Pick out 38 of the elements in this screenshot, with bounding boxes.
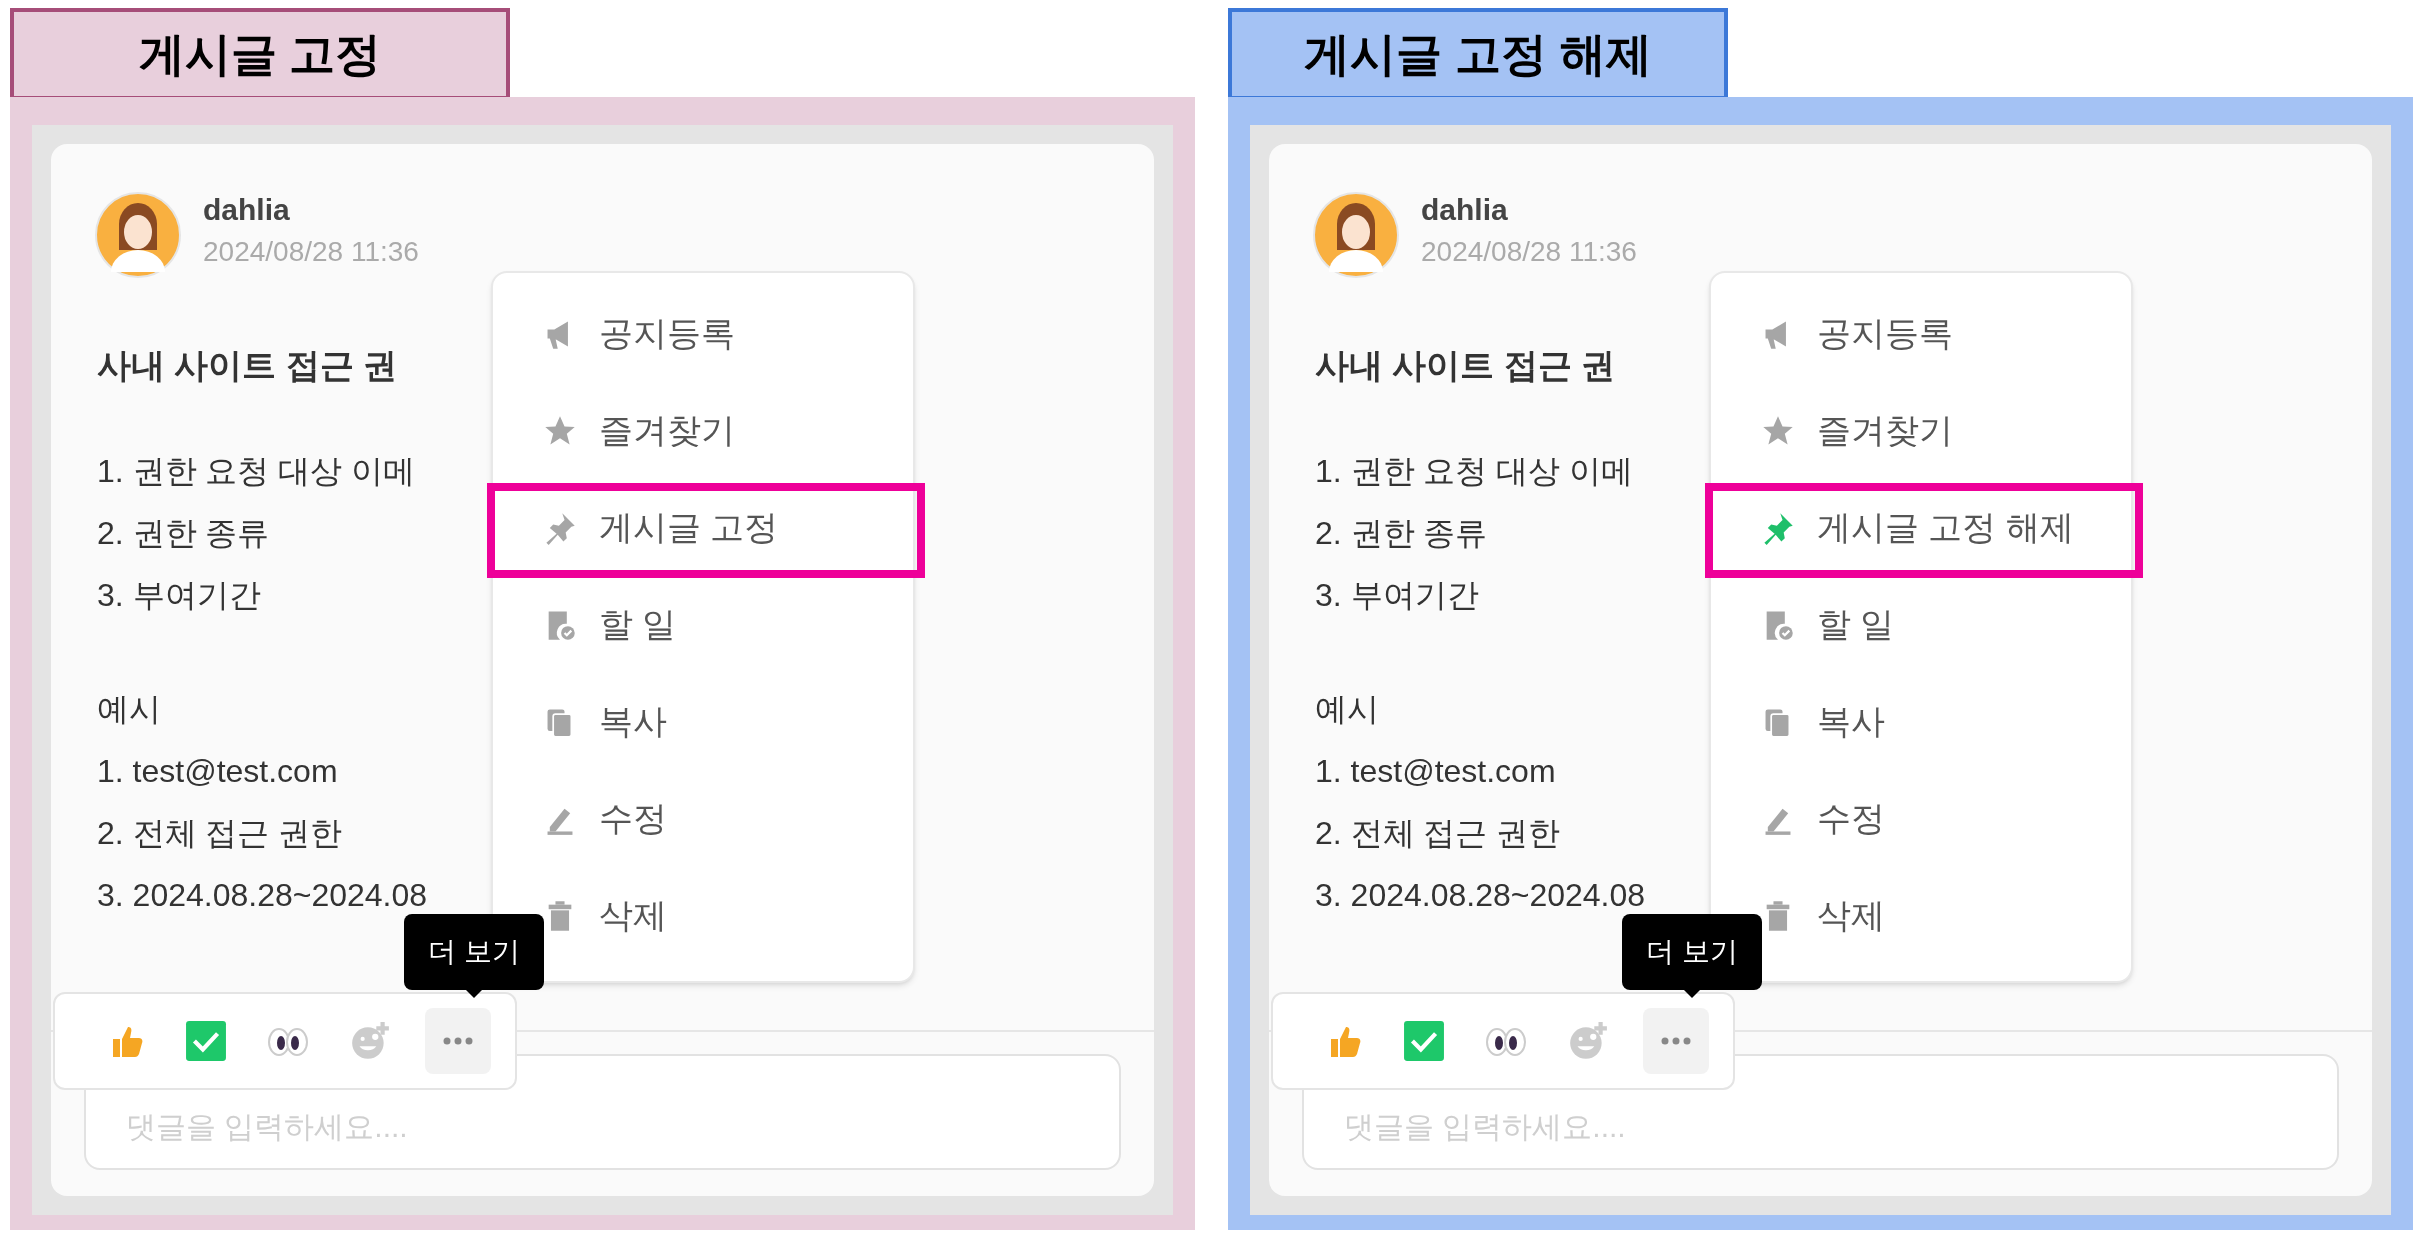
example-heading: 예시 [97,690,161,729]
list-line: 1. test@test.com [1315,752,1556,791]
post-title: 사내 사이트 접근 권 [1315,345,1616,386]
list-line: 2. 권한 종류 [1315,514,1488,553]
example-heading: 예시 [1315,690,1379,729]
author-name: dahlia [1421,192,1509,228]
list-line: 3. 부여기간 [1315,576,1479,615]
menu-item-label: 수정 [599,798,667,839]
list-line: 2. 권한 종류 [97,514,270,553]
menu-item-label: 복사 [599,701,667,742]
post-title: 사내 사이트 접근 권 [97,345,398,386]
list-line: 3. 2024.08.28~2024.08 [97,876,428,915]
menu-item-label: 즐겨찾기 [1817,410,1953,451]
menu-item-label: 할 일 [599,604,677,645]
menu-item-label: 즐겨찾기 [599,410,735,451]
post-time: 2024/08/28 11:36 [1421,235,1637,269]
list-line: 1. 권한 요청 대상 이메 [97,452,416,491]
author-name: dahlia [203,192,291,228]
menu-item-label: 복사 [1817,701,1885,742]
post-time: 2024/08/28 11:36 [203,235,419,269]
tooltip-text: 더 보기 [1646,935,1738,969]
list-line: 2. 전체 접근 권한 [1315,814,1561,853]
list-line: 1. 권한 요청 대상 이메 [1315,452,1634,491]
menu-item-label: 할 일 [1817,604,1895,645]
caption-text: 게시글 고정 해제 [1304,26,1652,82]
list-line: 1. test@test.com [97,752,338,791]
menu-item-label: 공지등록 [599,313,735,354]
caption-text: 게시글 고정 [138,26,382,82]
menu-item-label: 공지등록 [1817,313,1953,354]
menu-item-label: 게시글 고정 [599,507,779,548]
menu-item-label: 삭제 [1817,895,1885,936]
list-line: 3. 2024.08.28~2024.08 [1315,876,1646,915]
list-line: 2. 전체 접근 권한 [97,814,343,853]
tooltip-text: 더 보기 [428,935,520,969]
menu-item-label: 게시글 고정 해제 [1817,507,2074,548]
menu-item-label: 삭제 [599,895,667,936]
menu-item-label: 수정 [1817,798,1885,839]
list-line: 3. 부여기간 [97,576,261,615]
